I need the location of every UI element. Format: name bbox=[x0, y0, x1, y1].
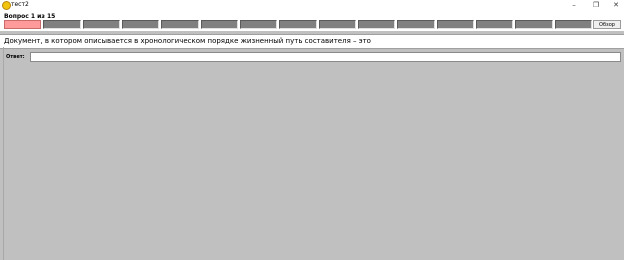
progress-segment-4[interactable] bbox=[121, 20, 160, 29]
progress-segment-14[interactable] bbox=[515, 20, 553, 29]
question-text: Документ, в котором описывается в хронол… bbox=[4, 37, 371, 45]
progress-segment-3[interactable] bbox=[82, 20, 120, 29]
progress-segment-10[interactable] bbox=[357, 20, 396, 29]
progress-segment-1[interactable] bbox=[4, 20, 42, 29]
progress-segment-5[interactable] bbox=[161, 20, 199, 29]
app-icon bbox=[2, 1, 11, 10]
progress-segment-15[interactable] bbox=[554, 20, 592, 29]
maximize-button[interactable]: ❐ bbox=[588, 0, 604, 10]
progress-segment-9[interactable] bbox=[318, 20, 356, 29]
answer-label: Ответ: bbox=[6, 54, 25, 60]
progress-segment-13[interactable] bbox=[475, 20, 514, 29]
minimize-button[interactable]: – bbox=[566, 0, 582, 10]
question-progress-bar bbox=[4, 20, 592, 29]
progress-segment-11[interactable] bbox=[397, 20, 435, 29]
progress-segment-8[interactable] bbox=[279, 20, 317, 29]
close-button[interactable]: ✕ bbox=[608, 0, 624, 10]
progress-segment-12[interactable] bbox=[436, 20, 474, 29]
left-divider bbox=[3, 47, 4, 260]
window-title: тест2 bbox=[11, 1, 29, 8]
question-counter: Вопрос 1 из 15 bbox=[4, 13, 56, 20]
progress-segment-7[interactable] bbox=[239, 20, 278, 29]
progress-segment-2[interactable] bbox=[43, 20, 81, 29]
answer-input[interactable] bbox=[30, 52, 621, 62]
browse-button[interactable]: Обзор bbox=[593, 20, 621, 29]
progress-segment-6[interactable] bbox=[200, 20, 238, 29]
question-bar: Документ, в котором описывается в хронол… bbox=[0, 34, 624, 49]
